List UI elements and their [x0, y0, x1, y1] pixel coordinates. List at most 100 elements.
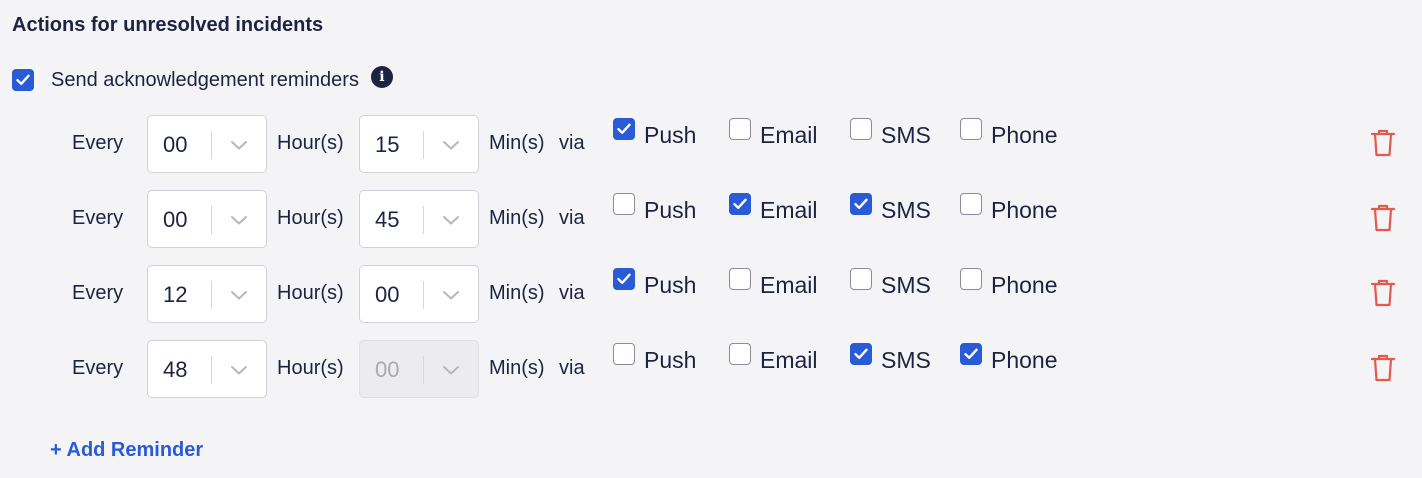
minutes-value: 45 — [375, 207, 400, 232]
via-label: via — [559, 132, 585, 154]
push-checkbox[interactable] — [613, 268, 635, 290]
phone-label: Phone — [991, 196, 1058, 223]
phone-label: Phone — [991, 346, 1058, 373]
minutes-label: Min(s) — [489, 132, 545, 154]
trash-icon[interactable] — [1370, 353, 1396, 383]
via-label: via — [559, 357, 585, 379]
sms-checkbox[interactable] — [850, 118, 872, 140]
hours-label: Hour(s) — [277, 282, 344, 304]
push-label: Push — [644, 346, 697, 373]
phone-label: Phone — [991, 271, 1058, 298]
email-option[interactable]: Email — [729, 265, 818, 298]
sms-option[interactable]: SMS — [850, 340, 931, 373]
select-divider — [423, 131, 424, 159]
minutes-value: 15 — [375, 132, 400, 157]
select-divider — [211, 356, 212, 384]
trash-icon[interactable] — [1370, 203, 1396, 233]
chevron-down-icon — [231, 291, 247, 300]
email-label: Email — [760, 271, 818, 298]
every-label: Every — [72, 282, 124, 304]
send-reminders-label: Send acknowledgement reminders — [51, 68, 359, 91]
minutes-label: Min(s) — [489, 357, 545, 379]
trash-icon[interactable] — [1370, 128, 1396, 158]
sms-label: SMS — [881, 121, 931, 148]
hours-select[interactable]: 48 — [147, 340, 267, 398]
minutes-value: 00 — [375, 357, 400, 382]
email-checkbox[interactable] — [729, 343, 751, 365]
push-checkbox[interactable] — [613, 343, 635, 365]
hours-value: 00 — [163, 207, 188, 232]
minutes-label: Min(s) — [489, 282, 545, 304]
sms-checkbox[interactable] — [850, 193, 872, 215]
sms-checkbox[interactable] — [850, 268, 872, 290]
email-option[interactable]: Email — [729, 115, 818, 148]
push-checkbox[interactable] — [613, 193, 635, 215]
phone-option[interactable]: Phone — [960, 115, 1058, 148]
every-label: Every — [72, 357, 124, 379]
email-option[interactable]: Email — [729, 340, 818, 373]
minutes-select[interactable]: 00 — [359, 265, 479, 323]
email-checkbox[interactable] — [729, 268, 751, 290]
minutes-label: Min(s) — [489, 207, 545, 229]
push-option[interactable]: Push — [613, 190, 697, 223]
trash-icon[interactable] — [1370, 278, 1396, 308]
email-label: Email — [760, 346, 818, 373]
every-label: Every — [72, 207, 124, 229]
hours-value: 00 — [163, 132, 188, 157]
push-option[interactable]: Push — [613, 115, 697, 148]
email-checkbox[interactable] — [729, 193, 751, 215]
phone-checkbox[interactable] — [960, 268, 982, 290]
hours-select[interactable]: 12 — [147, 265, 267, 323]
sms-checkbox[interactable] — [850, 343, 872, 365]
section-title: Actions for unresolved incidents — [12, 14, 324, 36]
minutes-select[interactable]: 15 — [359, 115, 479, 173]
minutes-select[interactable]: 45 — [359, 190, 479, 248]
chevron-down-icon — [443, 141, 459, 150]
hours-select[interactable]: 00 — [147, 190, 267, 248]
minutes-select: 00 — [359, 340, 479, 398]
sms-option[interactable]: SMS — [850, 115, 931, 148]
push-option[interactable]: Push — [613, 265, 697, 298]
hours-label: Hour(s) — [277, 357, 344, 379]
select-divider — [423, 281, 424, 309]
chevron-down-icon — [443, 216, 459, 225]
hours-select[interactable]: 00 — [147, 115, 267, 173]
phone-option[interactable]: Phone — [960, 190, 1058, 223]
push-label: Push — [644, 196, 697, 223]
info-icon[interactable]: i — [370, 66, 393, 88]
phone-option[interactable]: Phone — [960, 340, 1058, 373]
email-option[interactable]: Email — [729, 190, 818, 223]
push-checkbox[interactable] — [613, 118, 635, 140]
phone-option[interactable]: Phone — [960, 265, 1058, 298]
phone-checkbox[interactable] — [960, 118, 982, 140]
hours-label: Hour(s) — [277, 132, 344, 154]
chevron-down-icon — [231, 366, 247, 375]
phone-checkbox[interactable] — [960, 343, 982, 365]
email-checkbox[interactable] — [729, 118, 751, 140]
select-divider — [211, 206, 212, 234]
sms-label: SMS — [881, 196, 931, 223]
send-reminders-toggle[interactable]: Send acknowledgement reminders i — [12, 66, 393, 92]
chevron-down-icon — [231, 216, 247, 225]
sms-option[interactable]: SMS — [850, 190, 931, 223]
sms-option[interactable]: SMS — [850, 265, 931, 298]
phone-label: Phone — [991, 121, 1058, 148]
reminder-row: Every 12 Hour(s) 00 Min(s) via Push Emai… — [0, 265, 1422, 323]
add-reminder-button[interactable]: + Add Reminder — [50, 439, 203, 462]
chevron-down-icon — [231, 141, 247, 150]
reminder-row: Every 00 Hour(s) 15 Min(s) via Push Emai… — [0, 115, 1422, 173]
reminder-row: Every 00 Hour(s) 45 Min(s) via Push Emai… — [0, 190, 1422, 248]
push-label: Push — [644, 271, 697, 298]
push-label: Push — [644, 121, 697, 148]
minutes-value: 00 — [375, 282, 400, 307]
push-option[interactable]: Push — [613, 340, 697, 373]
email-label: Email — [760, 196, 818, 223]
send-reminders-checkbox[interactable] — [12, 69, 34, 91]
chevron-down-icon — [443, 366, 459, 375]
sms-label: SMS — [881, 346, 931, 373]
via-label: via — [559, 282, 585, 304]
hours-value: 12 — [163, 282, 188, 307]
hours-value: 48 — [163, 357, 188, 382]
phone-checkbox[interactable] — [960, 193, 982, 215]
chevron-down-icon — [443, 291, 459, 300]
